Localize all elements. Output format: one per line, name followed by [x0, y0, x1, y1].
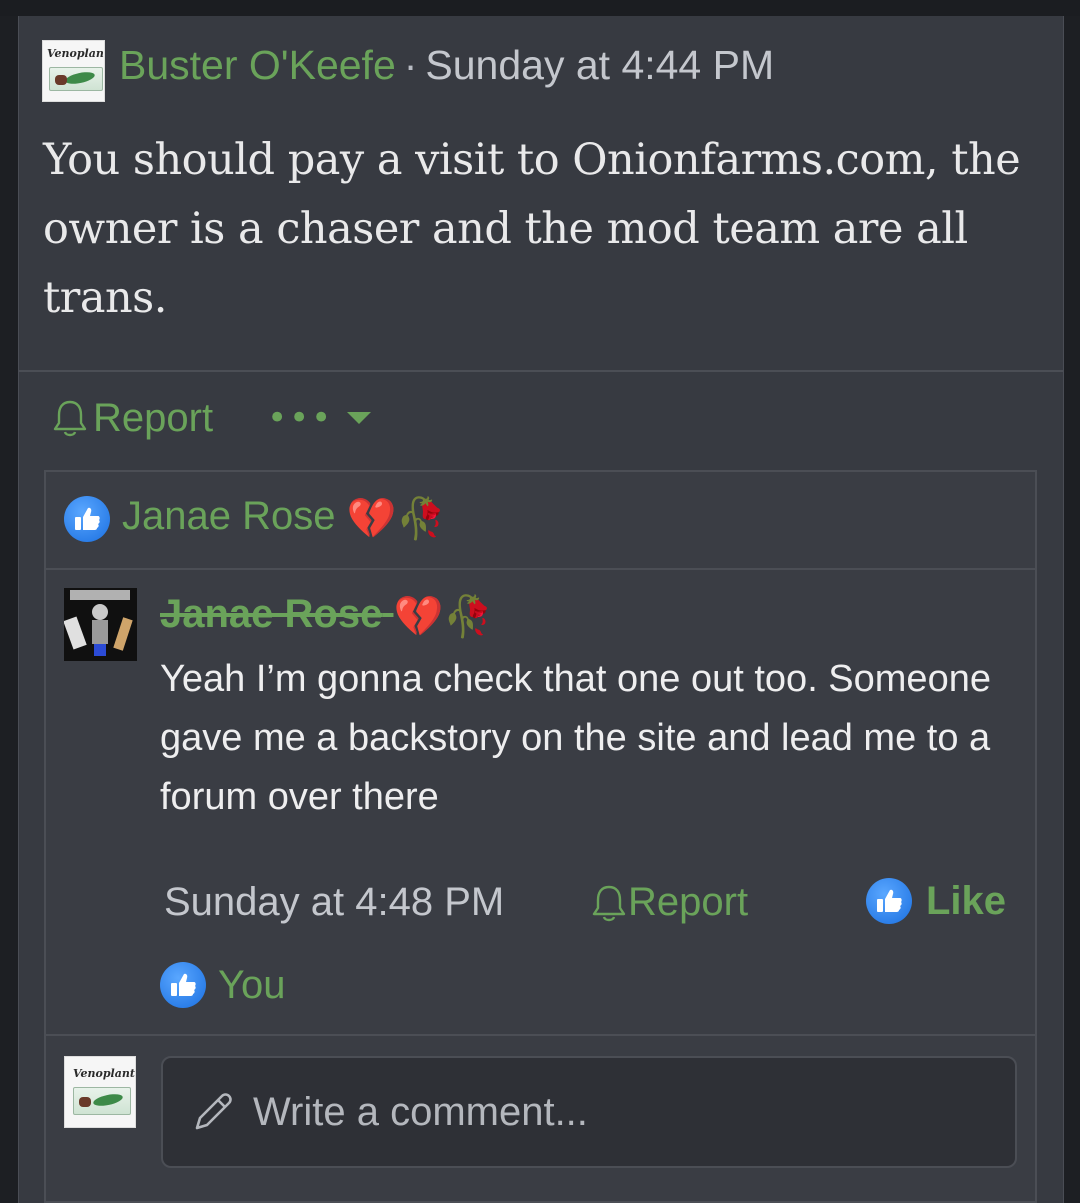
bell-icon: [53, 400, 87, 437]
avatar-logo-text: Venoplant: [47, 47, 105, 60]
comment-like-label: Like: [926, 878, 1007, 923]
bell-icon: [592, 885, 626, 921]
avatar-logo-text: Venoplant: [73, 1067, 135, 1080]
comment-input[interactable]: Write a comment...: [161, 1056, 1017, 1168]
comment-text: Yeah I’m gonna check that one out too. S…: [160, 658, 991, 818]
current-user-avatar[interactable]: Venoplant: [64, 1056, 136, 1128]
commenter-name[interactable]: Janae Rose 💔🥀: [160, 592, 493, 640]
thumbs-up-icon: [866, 878, 912, 924]
chevron-down-icon: [347, 412, 372, 424]
report-label: Report: [93, 395, 214, 440]
comment-item: Janae Rose 💔🥀 Yeah I’m gonna check that …: [46, 570, 1035, 1036]
comment-report-button[interactable]: Report: [590, 880, 748, 925]
likes-names[interactable]: Janae Rose 💔🥀: [122, 494, 446, 542]
liker-name: Janae Rose: [122, 494, 336, 538]
comment-liked-by: You: [218, 962, 286, 1007]
liker-emojis: 💔🥀: [346, 496, 447, 541]
thumbs-up-icon: [64, 496, 110, 542]
comment-like-button[interactable]: Like: [866, 878, 1006, 924]
comment-report-label: Report: [628, 880, 749, 924]
commenter-emojis: 💔🥀: [393, 594, 494, 639]
header-separator: ·: [403, 42, 418, 88]
avatar-pill: [79, 1097, 91, 1107]
more-dots-icon: •••: [267, 398, 334, 438]
top-bar: [0, 0, 1080, 16]
comment-composer: Venoplant Write a comment...: [46, 1036, 1035, 1201]
comment-placeholder: Write a comment...: [253, 1089, 588, 1134]
post-divider: [19, 370, 1063, 372]
pencil-icon: [195, 1093, 232, 1130]
post-author-link[interactable]: Buster O'Keefe: [119, 42, 396, 88]
commenter-avatar[interactable]: [64, 588, 137, 661]
avatar-pill: [55, 75, 67, 85]
commenter-name-text: Janae Rose: [160, 592, 383, 636]
post-actions: Report •••: [51, 390, 372, 446]
post-date[interactable]: Sunday at 4:44 PM: [425, 42, 774, 88]
post-header: Buster O'Keefe · Sunday at 4:44 PM: [119, 42, 774, 102]
likes-summary[interactable]: Janae Rose 💔🥀: [46, 472, 1035, 570]
report-button[interactable]: Report: [51, 396, 213, 441]
thumbs-up-icon: [160, 962, 206, 1008]
post-body: You should pay a visit to Onionfarms.com…: [43, 135, 1021, 323]
post-card: Venoplant Buster O'Keefe · Sunday at 4:44 …: [18, 16, 1064, 1203]
comments-section: Janae Rose 💔🥀 Janae Rose 💔🥀 Yeah I’m gon…: [44, 470, 1037, 1203]
more-menu-button[interactable]: •••: [267, 398, 372, 438]
author-avatar[interactable]: Venoplant: [42, 40, 105, 102]
comment-date[interactable]: Sunday at 4:48 PM: [164, 880, 504, 925]
comment-likes-summary[interactable]: You: [160, 962, 286, 1008]
commenter-avatar-image: [64, 588, 137, 661]
